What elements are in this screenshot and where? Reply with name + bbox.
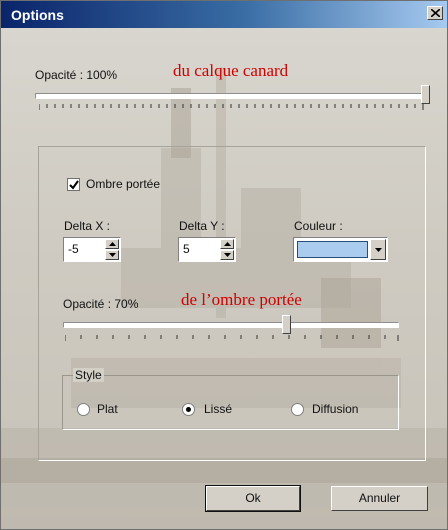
- color-label: Couleur :: [294, 219, 343, 233]
- drop-shadow-checkbox[interactable]: [67, 178, 80, 191]
- chevron-down-icon: [375, 248, 382, 252]
- delta-y-spinner[interactable]: 5: [178, 237, 236, 262]
- delta-y-value: 5: [183, 242, 190, 256]
- delta-x-up-button[interactable]: [105, 239, 119, 249]
- ok-button[interactable]: Ok: [205, 485, 301, 512]
- radio-diffusion-label: Diffusion: [312, 402, 359, 416]
- shadow-opacity-label: Opacité : 70%: [63, 297, 139, 311]
- radio-lisse[interactable]: [182, 403, 195, 416]
- triangle-up-icon: [109, 242, 116, 246]
- checkmark-icon: [69, 180, 79, 190]
- delta-x-value: -5: [68, 242, 79, 256]
- triangle-down-icon: [224, 253, 231, 257]
- triangle-up-icon: [224, 242, 231, 246]
- drop-shadow-label: Ombre portée: [86, 177, 161, 191]
- radio-plat[interactable]: [77, 403, 90, 416]
- color-picker[interactable]: [293, 237, 388, 262]
- delta-y-up-button[interactable]: [220, 239, 234, 249]
- window-title: Options: [11, 7, 64, 23]
- shadow-opacity-annotation: de l’ombre portée: [181, 290, 302, 309]
- close-button[interactable]: [427, 6, 443, 20]
- close-icon: [431, 9, 440, 17]
- style-group-title: Style: [73, 368, 104, 382]
- delta-y-down-button[interactable]: [220, 250, 234, 260]
- layer-opacity-ticks: [39, 104, 424, 110]
- cancel-button[interactable]: Annuler: [331, 486, 428, 511]
- triangle-down-icon: [109, 253, 116, 257]
- delta-x-label: Delta X :: [64, 219, 111, 233]
- delta-x-spinner[interactable]: -5: [63, 237, 121, 262]
- radio-lisse-label: Lissé: [204, 402, 233, 416]
- color-swatch: [297, 241, 368, 258]
- shadow-opacity-slider-thumb[interactable]: [282, 315, 291, 334]
- radio-diffusion[interactable]: [291, 403, 304, 416]
- color-dropdown-button[interactable]: [370, 239, 386, 260]
- title-bar[interactable]: Options: [1, 1, 447, 28]
- layer-opacity-slider-track[interactable]: [35, 93, 427, 99]
- delta-y-label: Delta Y :: [179, 219, 225, 233]
- layer-opacity-slider-thumb[interactable]: [421, 85, 430, 104]
- shadow-opacity-slider-track[interactable]: [63, 322, 399, 328]
- layer-opacity-annotation: du calque canard: [173, 61, 289, 80]
- options-dialog: Options Opacité : 100% du calque canard: [0, 0, 448, 530]
- delta-x-down-button[interactable]: [105, 250, 119, 260]
- shadow-opacity-ticks: [65, 335, 399, 341]
- radio-selected-dot: [186, 407, 191, 412]
- layer-opacity-label: Opacité : 100%: [35, 68, 118, 82]
- radio-plat-label: Plat: [97, 402, 118, 416]
